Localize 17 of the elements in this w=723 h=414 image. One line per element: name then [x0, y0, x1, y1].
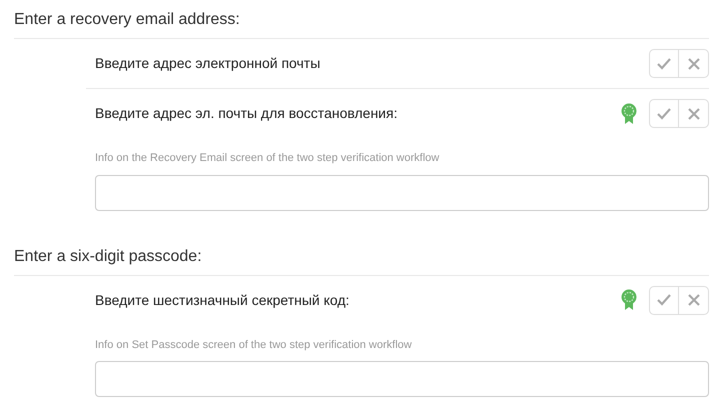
close-icon	[688, 294, 700, 306]
check-icon	[657, 58, 671, 70]
award-ribbon-icon	[621, 102, 637, 124]
info-text: Info on the Recovery Email screen of the two step verification workflow	[95, 151, 440, 166]
section-heading: Enter a six-digit passcode:	[14, 244, 709, 276]
translation-text: Введите шестизначный секретный код:	[95, 290, 350, 310]
section-heading: Enter a recovery email address:	[14, 8, 709, 39]
translation-text: Введите адрес эл. почты для восстановления:	[95, 104, 398, 123]
input-field[interactable]	[95, 174, 709, 210]
close-icon	[688, 108, 700, 120]
award-ribbon-icon	[621, 289, 637, 311]
check-icon	[657, 108, 671, 120]
translation-text: Введите адрес электронной почты	[95, 54, 322, 73]
input-field[interactable]	[95, 361, 709, 397]
check-icon	[657, 294, 671, 306]
info-text: Info on Set Passcode screen of the two step verification workflow	[95, 338, 413, 352]
close-icon	[688, 58, 700, 70]
